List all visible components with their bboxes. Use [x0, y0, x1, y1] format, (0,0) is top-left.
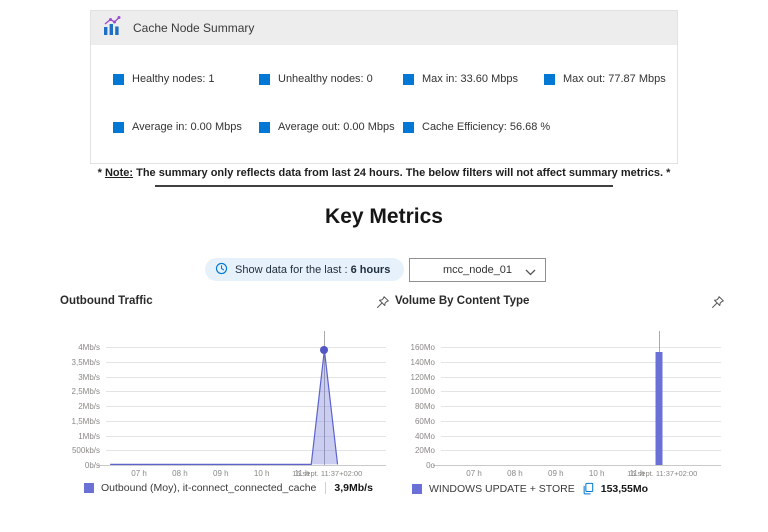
x-axis-tick-label: 09 h: [213, 469, 229, 478]
y-axis-tick-label: 20Mo: [395, 446, 435, 455]
page-title: Key Metrics: [0, 205, 768, 229]
summary-note: * Note: The summary only reflects data f…: [0, 167, 768, 179]
outbound-traffic-chart-panel: Outbound Traffic 4Mb/s3,5Mb/s3Mb/s2,5Mb/…: [60, 295, 390, 494]
metric-text: Cache Efficiency: 56.68 %: [422, 121, 550, 133]
summary-metric: Max out: 77.87 Mbps: [544, 73, 677, 85]
x-axis-tick-label: 09 h: [548, 469, 564, 478]
cache-node-summary-card: Cache Node Summary Healthy nodes: 1 Unhea…: [90, 10, 678, 164]
volume-by-content-type-chart-panel: Volume By Content Type 160Mo140Mo120Mo10…: [395, 295, 725, 495]
y-axis-tick-label: 3Mb/s: [60, 373, 100, 382]
x-axis-tick-label: 08 h: [172, 469, 188, 478]
time-range-label: Show data for the last : 6 hours: [235, 264, 390, 276]
legend-value: 153,55Mo: [601, 483, 648, 495]
summary-metric: Average out: 0.00 Mbps: [259, 121, 403, 133]
y-axis-tick-label: 2Mb/s: [60, 402, 100, 411]
y-axis-tick-label: 4Mb/s: [60, 343, 100, 352]
y-axis-tick-label: 1,5Mb/s: [60, 417, 100, 426]
gridline: [441, 377, 721, 378]
y-axis-tick-label: 160Mo: [395, 343, 435, 352]
summary-metric: Cache Efficiency: 56.68 %: [403, 121, 677, 133]
metric-square-icon: [259, 122, 270, 133]
metric-text: Max out: 77.87 Mbps: [563, 73, 666, 85]
bar-series-bar: [656, 352, 663, 465]
chart-title-volume-by-content-type: Volume By Content Type: [395, 295, 529, 307]
volume-by-content-type-plot-area[interactable]: 160Mo140Mo120Mo100Mo80Mo60Mo40Mo20Mo0o07…: [441, 347, 721, 465]
x-axis-line: [433, 465, 721, 466]
metric-square-icon: [403, 74, 414, 85]
metric-text: Average in: 0.00 Mbps: [132, 121, 242, 133]
gridline: [441, 421, 721, 422]
metric-text: Average out: 0.00 Mbps: [278, 121, 395, 133]
x-axis-tick-label: 08 h: [507, 469, 523, 478]
gridline: [441, 406, 721, 407]
data-point-marker: [320, 346, 328, 354]
metric-square-icon: [259, 74, 270, 85]
x-axis-line: [98, 465, 386, 466]
x-axis-tick-label: 07 h: [131, 469, 147, 478]
metric-square-icon: [113, 122, 124, 133]
y-axis-tick-label: 80Mo: [395, 402, 435, 411]
y-axis-tick-label: 120Mo: [395, 373, 435, 382]
chevron-down-icon: [525, 267, 536, 279]
node-select-dropdown[interactable]: mcc_node_01: [409, 258, 546, 282]
legend-item-outbound[interactable]: Outbound (Moy), it-connect_connected_cac…: [84, 482, 390, 494]
metric-square-icon: [113, 74, 124, 85]
legend-label: Outbound (Moy), it-connect_connected_cac…: [101, 482, 316, 494]
cursor-date-label: 16 sept. 11:37+02:00: [292, 469, 362, 478]
gridline: [441, 362, 721, 363]
x-axis-tick-label: 10 h: [589, 469, 605, 478]
time-range-value: 6 hours: [351, 264, 391, 276]
x-axis-tick-label: 07 h: [466, 469, 482, 478]
legend-color-swatch: [84, 483, 94, 493]
summary-card-header: Cache Node Summary: [91, 11, 677, 45]
time-range-filter[interactable]: Show data for the last : 6 hours: [205, 258, 404, 281]
summary-metrics-row-1: Healthy nodes: 1 Unhealthy nodes: 0 Max in…: [113, 73, 677, 85]
outbound-traffic-plot-area[interactable]: 4Mb/s3,5Mb/s3Mb/s2,5Mb/s2Mb/s1,5Mb/s1Mb/…: [106, 347, 386, 465]
summary-metric: Healthy nodes: 1: [113, 73, 259, 85]
y-axis-tick-label: 100Mo: [395, 387, 435, 396]
y-axis-tick-label: 0b/s: [60, 461, 100, 470]
gridline: [441, 450, 721, 451]
copy-pages-icon: [582, 482, 594, 495]
metric-square-icon: [544, 74, 555, 85]
chart-title-outbound-traffic: Outbound Traffic: [60, 295, 153, 307]
metric-text: Max in: 33.60 Mbps: [422, 73, 518, 85]
y-axis-tick-label: 3,5Mb/s: [60, 358, 100, 367]
y-axis-tick-label: 500kb/s: [60, 446, 100, 455]
y-axis-tick-label: 140Mo: [395, 358, 435, 367]
summary-metrics: Healthy nodes: 1 Unhealthy nodes: 0 Max in…: [91, 45, 677, 133]
y-axis-tick-label: 40Mo: [395, 432, 435, 441]
metric-square-icon: [403, 122, 414, 133]
pin-icon[interactable]: [710, 295, 725, 310]
gridline: [441, 347, 721, 348]
y-axis-tick-label: 1Mb/s: [60, 432, 100, 441]
note-label: Note:: [105, 167, 133, 179]
summary-card-title: Cache Node Summary: [133, 21, 254, 35]
legend-color-swatch: [412, 484, 422, 494]
legend-label: WINDOWS UPDATE + STORE: [429, 483, 575, 495]
y-axis-tick-label: 60Mo: [395, 417, 435, 426]
y-axis-tick-label: 2,5Mb/s: [60, 387, 100, 396]
summary-metric: Max in: 33.60 Mbps: [403, 73, 544, 85]
gridline: [441, 391, 721, 392]
node-select-value: mcc_node_01: [443, 264, 512, 276]
gridline: [441, 436, 721, 437]
analytics-chart-icon: [101, 15, 123, 42]
metric-text: Healthy nodes: 1: [132, 73, 215, 85]
note-underline: [155, 185, 613, 187]
x-axis-tick-label: 10 h: [254, 469, 270, 478]
metric-text: Unhealthy nodes: 0: [278, 73, 373, 85]
area-series-spike: [106, 347, 386, 465]
summary-metric: Average in: 0.00 Mbps: [113, 121, 259, 133]
summary-metrics-row-2: Average in: 0.00 Mbps Average out: 0.00 M…: [113, 121, 677, 133]
pin-icon[interactable]: [375, 295, 390, 310]
summary-metric: Unhealthy nodes: 0: [259, 73, 403, 85]
cursor-date-label: 16 sept. 11:37+02:00: [627, 469, 697, 478]
y-axis-tick-label: 0o: [395, 461, 435, 470]
clock-icon: [215, 262, 228, 278]
legend-value: 3,9Mb/s: [325, 482, 373, 494]
legend-item-windows-update-store[interactable]: WINDOWS UPDATE + STORE 153,55Mo: [412, 482, 725, 495]
